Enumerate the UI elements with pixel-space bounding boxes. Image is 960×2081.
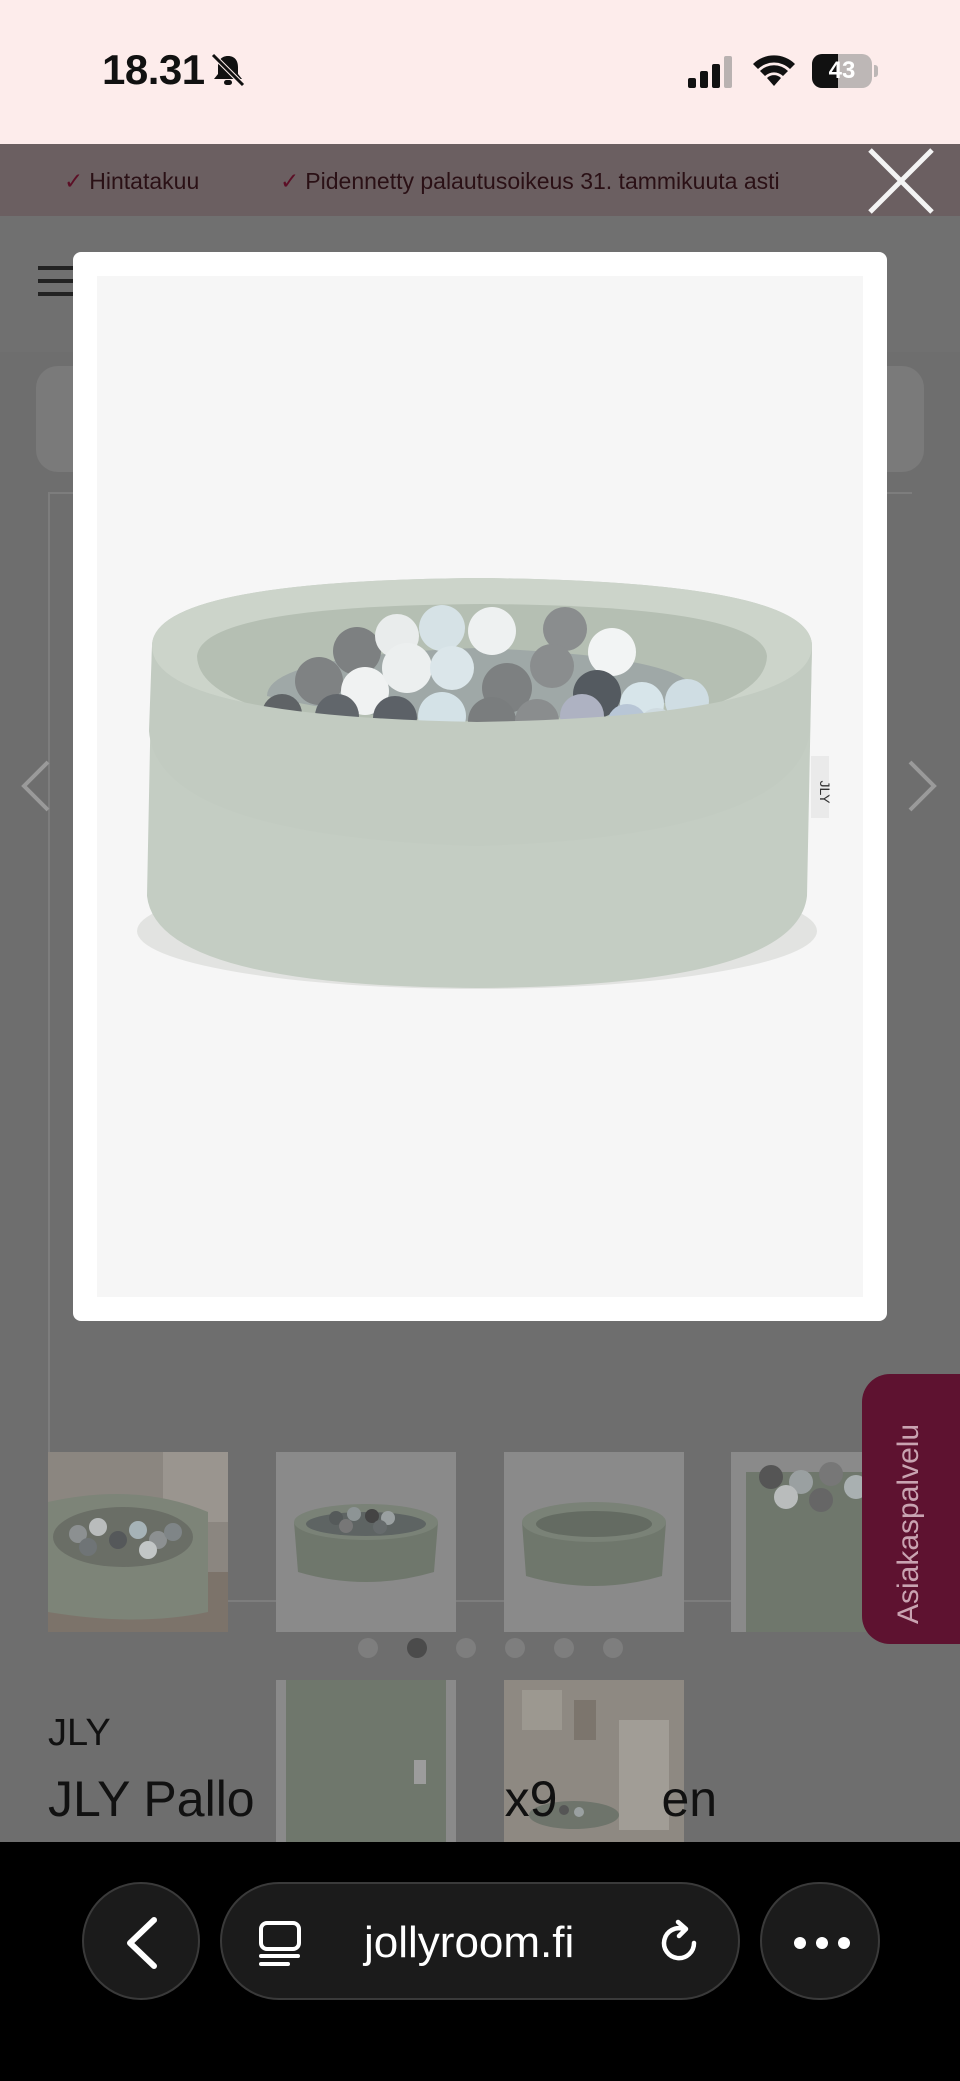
product-image: JLY — [97, 276, 863, 1297]
url-text: jollyroom.fi — [364, 1918, 575, 1967]
promo-item-return-policy: ✓ Pidennetty palautusoikeus 31. tammikuut… — [280, 168, 780, 194]
product-brand: JLY — [48, 1712, 111, 1754]
back-button[interactable] — [82, 1882, 200, 2000]
ballpit-empty-image — [504, 1452, 684, 1632]
more-button[interactable] — [760, 1882, 880, 2000]
pagination-dot[interactable] — [554, 1638, 574, 1658]
chevron-right-icon[interactable] — [902, 756, 942, 816]
battery-percent: 43 — [828, 57, 856, 84]
gallery-thumbnail[interactable] — [504, 1452, 684, 1632]
ballpit-room-image — [48, 1452, 228, 1632]
check-icon: ✓ — [280, 168, 300, 194]
battery-icon: 43 — [812, 54, 878, 88]
chevron-left-icon[interactable] — [16, 756, 56, 816]
gallery-thumbnail[interactable] — [48, 1452, 228, 1632]
bell-slash-icon — [211, 53, 245, 87]
chevron-left-icon — [127, 1917, 157, 1969]
pagination-dot[interactable] — [456, 1638, 476, 1658]
browser-toolbar: jollyroom.fi — [0, 1842, 960, 2081]
promo-bar: ✓ Hintatakuu ✓ Pidennetty palautusoikeus 3… — [0, 144, 960, 216]
ballpit-image — [276, 1452, 456, 1632]
close-icon[interactable] — [866, 146, 936, 216]
gallery-pagination — [358, 1638, 628, 1658]
wifi-icon — [753, 55, 795, 86]
ballpit-main-image: JLY — [137, 578, 833, 989]
cellular-signal-icon — [688, 56, 732, 88]
status-bar: 18.31 43 — [0, 0, 960, 144]
image-lightbox: JLY — [73, 252, 887, 1321]
more-options-icon — [794, 1937, 850, 1949]
check-icon: ✓ — [64, 168, 84, 194]
promo-item-price-guarantee: ✓ Hintatakuu — [64, 168, 200, 194]
pagination-dot[interactable] — [505, 1638, 525, 1658]
reload-icon[interactable] — [654, 1918, 704, 1968]
product-title: JLY Pallo x9 en — [48, 1771, 718, 1827]
customer-service-tab[interactable]: Asiakaspalvelu — [862, 1374, 960, 1644]
menu-icon[interactable] — [38, 266, 76, 296]
customer-service-label: Asiakaspalvelu — [892, 1423, 925, 1624]
address-bar[interactable]: jollyroom.fi — [220, 1882, 740, 2000]
pagination-dot[interactable] — [407, 1638, 427, 1658]
status-time: 18.31 — [102, 46, 205, 93]
tabs-icon — [259, 1921, 301, 1966]
pagination-dot[interactable] — [603, 1638, 623, 1658]
gallery-thumbnail[interactable] — [276, 1452, 456, 1632]
pagination-dot[interactable] — [358, 1638, 378, 1658]
svg-text:JLY: JLY — [817, 780, 833, 804]
